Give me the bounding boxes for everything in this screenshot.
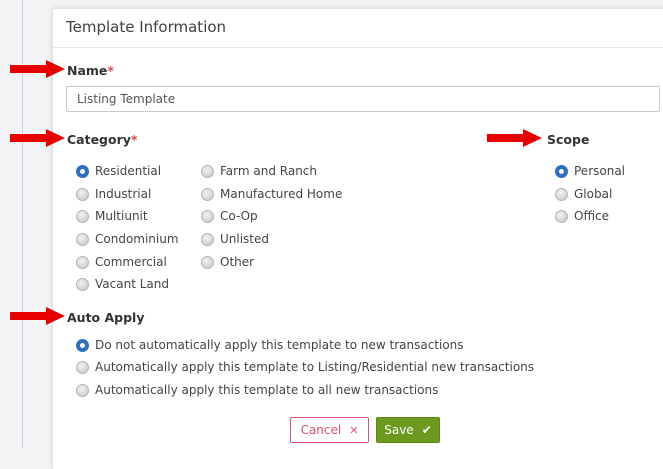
option-label: Farm and Ranch [220,164,318,178]
option-label: Manufactured Home [220,187,343,201]
scope-label: Scope [547,132,590,147]
radio-icon [201,164,214,178]
radio-icon [76,255,89,269]
arrow-right-icon [487,129,542,147]
option-label: Vacant Land [95,277,169,291]
required-mark: * [130,132,138,147]
auto-apply-label: Auto Apply [67,310,145,325]
category-option-other[interactable]: Other [201,253,254,271]
option-label: Office [574,209,610,223]
scope-option-global[interactable]: Global [555,185,612,203]
option-label: Global [574,187,613,201]
name-input[interactable] [66,86,660,112]
radio-icon [555,209,568,223]
option-label: Commercial [95,255,167,269]
radio-icon [201,209,214,223]
name-label: Name* [67,63,114,78]
option-label: Personal [574,164,626,178]
radio-icon [76,383,89,397]
auto-apply-option-none[interactable]: Do not automatically apply this template… [76,336,464,354]
auto-apply-option-all[interactable]: Automatically apply this template to all… [76,381,438,399]
radio-selected-icon [76,164,89,178]
scope-option-personal[interactable]: Personal [555,162,625,180]
option-label: Other [220,255,255,269]
category-option-condominium[interactable]: Condominium [76,230,179,248]
x-icon: ✕ [349,423,359,437]
save-button-label: Save [384,423,414,437]
radio-icon [201,255,214,269]
panel-header: Template Information [53,9,663,48]
radio-icon [201,187,214,201]
radio-icon [76,209,89,223]
category-option-unlisted[interactable]: Unlisted [201,230,269,248]
option-label: Unlisted [220,232,270,246]
panel-title: Template Information [66,18,227,36]
cancel-button-label: Cancel [300,423,342,437]
option-label: Industrial [95,187,152,201]
arrow-right-icon [10,60,65,78]
category-option-vacant-land[interactable]: Vacant Land [76,275,169,293]
option-label: Co-Op [220,209,258,223]
check-icon: ✔ [421,423,432,437]
radio-icon [76,360,89,374]
radio-icon [76,232,89,246]
category-option-farm-and-ranch[interactable]: Farm and Ranch [201,162,317,180]
option-label: Do not automatically apply this template… [95,338,464,352]
radio-icon [76,187,89,201]
radio-selected-icon [555,164,568,178]
option-label: Automatically apply this template to all… [95,383,439,397]
auto-apply-option-listing-residential[interactable]: Automatically apply this template to Lis… [76,358,534,376]
category-option-industrial[interactable]: Industrial [76,185,151,203]
category-option-manufactured-home[interactable]: Manufactured Home [201,185,342,203]
radio-selected-icon [76,338,89,352]
option-label: Residential [95,164,162,178]
arrow-right-icon [10,129,65,147]
radio-icon [201,232,214,246]
category-option-co-op[interactable]: Co-Op [201,207,258,225]
option-label: Condominium [95,232,179,246]
radio-icon [555,187,568,201]
option-label: Automatically apply this template to Lis… [95,360,535,374]
category-option-commercial[interactable]: Commercial [76,253,167,271]
save-button[interactable]: Save ✔ [376,417,440,443]
arrow-right-icon [10,307,65,325]
radio-icon [76,277,89,291]
required-mark: * [107,63,114,78]
category-option-multiunit[interactable]: Multiunit [76,207,148,225]
category-label: Category* [67,132,138,147]
option-label: Multiunit [95,209,148,223]
category-option-residential[interactable]: Residential [76,162,161,180]
cancel-button[interactable]: Cancel ✕ [290,417,369,443]
scope-option-office[interactable]: Office [555,207,609,225]
